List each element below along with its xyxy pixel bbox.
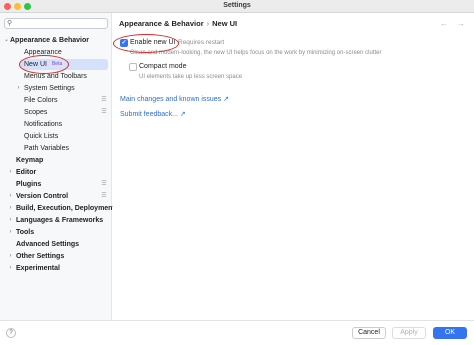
- sidebar-item-keymap[interactable]: Keymap: [16, 155, 43, 166]
- breadcrumb-parent[interactable]: Appearance & Behavior: [119, 19, 204, 28]
- sidebar-item-label: Scopes: [24, 109, 48, 116]
- sidebar-item-label: System Settings: [24, 85, 75, 92]
- sidebar-item-appearance[interactable]: Appearance: [24, 47, 62, 58]
- chevron-right-icon[interactable]: ›: [7, 167, 14, 178]
- project-level-icon: ☰: [101, 181, 107, 187]
- compact-mode-description: UI elements take up less screen space: [139, 74, 243, 80]
- sidebar-item-label: Experimental: [16, 265, 60, 272]
- sidebar-item-file-colors[interactable]: File Colors: [24, 95, 57, 106]
- sidebar-item-label: Advanced Settings: [16, 241, 80, 248]
- breadcrumb-current: New UI: [212, 19, 238, 28]
- main-changes-link[interactable]: Main changes and known issues ↗: [120, 95, 229, 105]
- chevron-right-icon[interactable]: ›: [7, 251, 14, 262]
- chevron-right-icon[interactable]: ›: [7, 191, 14, 202]
- sidebar-item-label: Notifications: [24, 121, 63, 128]
- sidebar-item-plugins[interactable]: Plugins: [16, 179, 41, 190]
- requires-restart-note: Requires restart: [178, 39, 225, 46]
- breadcrumb-separator: ›: [206, 19, 210, 28]
- sidebar-item-path-variables[interactable]: Path Variables: [24, 143, 69, 154]
- sidebar-item-label: Editor: [16, 169, 37, 176]
- sidebar-item-advanced-settings[interactable]: Advanced Settings: [16, 239, 79, 250]
- sidebar-item-version-control[interactable]: Version Control: [16, 191, 68, 202]
- sidebar-item-label: Tools: [16, 229, 35, 236]
- compact-mode-checkbox[interactable]: [129, 63, 137, 71]
- sidebar-item-label: File Colors: [24, 97, 58, 104]
- settings-search-input[interactable]: ⚲: [4, 18, 108, 29]
- breadcrumb: Appearance & Behavior › New UI: [119, 18, 237, 29]
- submit-feedback-link[interactable]: Submit feedback... ↗: [120, 110, 186, 120]
- sidebar-item-other-settings[interactable]: Other Settings: [16, 251, 64, 262]
- sidebar-item-system-settings[interactable]: System Settings: [24, 83, 75, 94]
- sidebar-item-label: Version Control: [16, 193, 69, 200]
- project-level-icon: ☰: [101, 109, 107, 115]
- sidebar-item-notifications[interactable]: Notifications: [24, 119, 62, 130]
- sidebar-item-label: Build, Execution, Deployment: [16, 205, 115, 212]
- settings-content: Appearance & Behavior › New UI ← → ✓ Enabl…: [113, 13, 474, 320]
- sidebar-item-label: Quick Lists: [24, 133, 59, 140]
- back-arrow-icon[interactable]: ←: [440, 18, 448, 29]
- chevron-right-icon[interactable]: ›: [7, 263, 14, 274]
- sidebar-item-label: Menus and Toolbars: [24, 73, 87, 80]
- sidebar-item-label: Appearance & Behavior: [10, 37, 89, 44]
- compact-mode-label[interactable]: Compact mode: [139, 62, 186, 72]
- sidebar-item-label: Keymap: [16, 157, 44, 164]
- sidebar-item-appearance-behavior[interactable]: Appearance & Behavior: [10, 35, 89, 46]
- sidebar-item-quick-lists[interactable]: Quick Lists: [24, 131, 58, 142]
- sidebar-item-label: Other Settings: [16, 253, 65, 260]
- sidebar-item-experimental[interactable]: Experimental: [16, 263, 60, 274]
- chevron-right-icon[interactable]: ›: [7, 203, 14, 214]
- forward-arrow-icon[interactable]: →: [457, 18, 465, 29]
- chevron-right-icon[interactable]: ›: [7, 227, 14, 238]
- sidebar-item-label: Languages & Frameworks: [16, 217, 104, 224]
- chevron-right-icon[interactable]: ›: [7, 215, 14, 226]
- cancel-button[interactable]: Cancel: [352, 327, 386, 339]
- search-icon: ⚲: [7, 20, 13, 27]
- sidebar-item-label: New UI: [24, 61, 47, 68]
- project-level-icon: ☰: [101, 193, 107, 199]
- enable-new-ui-description: Clean and modern-looking, the new UI hel…: [130, 50, 382, 56]
- chevron-down-icon[interactable]: ⌄: [3, 35, 10, 46]
- enable-new-ui-label[interactable]: Enable new UI: [130, 38, 176, 48]
- sidebar-item-languages-frameworks[interactable]: Languages & Frameworks: [16, 215, 103, 226]
- help-button[interactable]: ?: [6, 328, 16, 338]
- title-bar: Settings: [0, 0, 474, 13]
- sidebar-item-build-execution-deployment[interactable]: Build, Execution, Deployment: [16, 203, 115, 214]
- sidebar-item-label: Plugins: [16, 181, 42, 188]
- dialog-footer: ? Cancel Apply OK: [0, 320, 474, 345]
- sidebar-item-editor[interactable]: Editor: [16, 167, 36, 178]
- sidebar-item-label: Path Variables: [24, 145, 70, 152]
- sidebar-item-menus-toolbars[interactable]: Menus and Toolbars: [24, 71, 87, 82]
- sidebar-item-new-ui[interactable]: New UI Beta: [24, 59, 65, 70]
- sidebar-item-tools[interactable]: Tools: [16, 227, 34, 238]
- chevron-right-icon[interactable]: ›: [15, 83, 22, 94]
- ok-button[interactable]: OK: [433, 327, 467, 339]
- project-level-icon: ☰: [101, 97, 107, 103]
- beta-badge: Beta: [49, 61, 65, 68]
- apply-button[interactable]: Apply: [392, 327, 426, 339]
- enable-new-ui-checkbox[interactable]: ✓: [120, 39, 128, 47]
- sidebar-item-scopes[interactable]: Scopes: [24, 107, 47, 118]
- sidebar-item-label: Appearance: [24, 49, 62, 56]
- window-title: Settings: [223, 2, 251, 9]
